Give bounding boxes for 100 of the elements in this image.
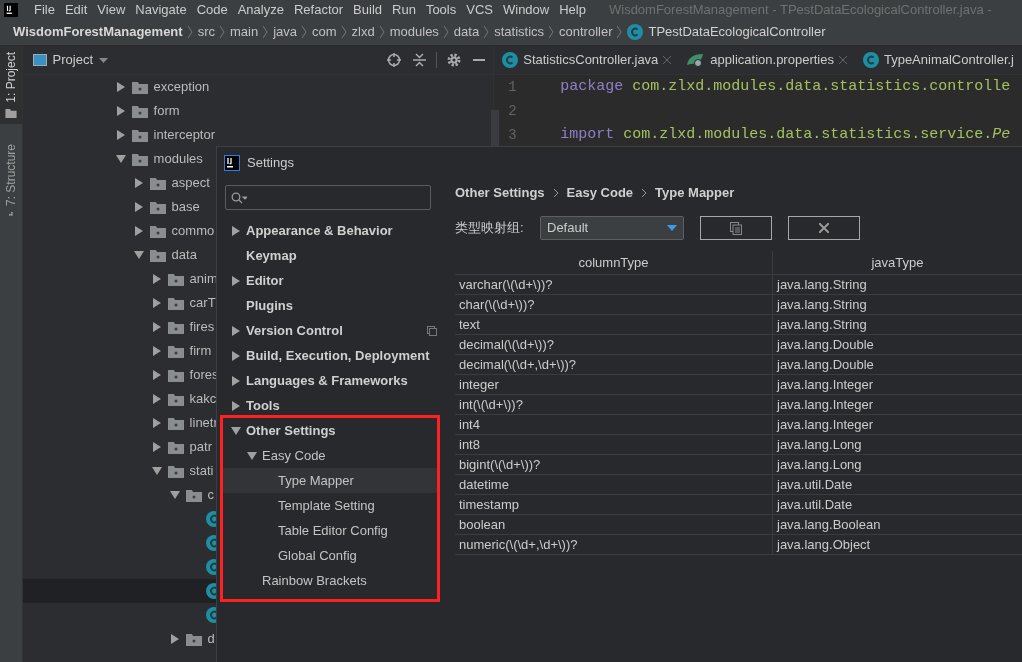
close-icon[interactable] — [838, 56, 847, 64]
tree-arrow-icon[interactable] — [133, 178, 144, 188]
panel-title[interactable]: Project — [52, 50, 94, 70]
tree-arrow-icon[interactable] — [115, 82, 126, 92]
tool-window-tab[interactable]: 1: Project — [0, 46, 22, 124]
menu-item[interactable]: Window — [502, 0, 550, 20]
tree-arrow-icon[interactable] — [151, 418, 162, 428]
editor-tab[interactable]: TypeAnimalController.j — [854, 46, 1022, 74]
menu-item[interactable]: Analyze — [237, 0, 284, 20]
expand-arrow-icon[interactable] — [231, 225, 241, 236]
editor-tab[interactable]: StatisticsController.java — [494, 46, 680, 74]
tree-arrow-icon[interactable] — [133, 250, 144, 260]
close-icon[interactable] — [663, 56, 672, 64]
expand-arrow-icon[interactable] — [231, 375, 241, 386]
tree-item[interactable]: commo — [171, 221, 215, 241]
tree-arrow-icon[interactable] — [151, 322, 162, 332]
tree-item[interactable]: base — [171, 197, 200, 217]
breadcrumb-item[interactable]: java — [273, 22, 298, 42]
table-cell[interactable]: java.lang.Boolean — [773, 515, 1022, 534]
settings-nav-item[interactable]: Editor — [223, 268, 437, 293]
tree-item[interactable]: exception — [153, 77, 210, 97]
table-cell[interactable]: text — [455, 315, 773, 334]
menu-item[interactable]: File — [34, 0, 55, 20]
caret-icon[interactable] — [99, 57, 109, 63]
editor-tab[interactable]: application.properties — [679, 46, 855, 74]
settings-nav-item[interactable]: Other Settings — [223, 418, 437, 443]
table-cell[interactable]: java.lang.String — [773, 275, 1022, 294]
table-cell[interactable]: java.lang.Integer — [773, 415, 1022, 434]
target-icon[interactable] — [387, 53, 402, 67]
breadcrumb-item[interactable]: com — [312, 22, 337, 42]
expand-arrow-icon[interactable] — [231, 350, 241, 361]
menu-item[interactable]: Run — [392, 0, 416, 20]
table-cell[interactable]: java.lang.String — [773, 315, 1022, 334]
settings-nav-item[interactable]: Plugins — [223, 293, 437, 318]
menu-item[interactable]: Refactor — [293, 0, 344, 20]
table-cell[interactable]: datetime — [455, 475, 773, 494]
table-cell[interactable]: numeric(\(\d+,\d+\))? — [455, 535, 773, 554]
breadcrumb-item[interactable]: WisdomForestManagement — [13, 22, 183, 42]
expand-arrow-icon[interactable] — [231, 275, 241, 286]
tool-window-tab[interactable]: 7: Structure — [0, 138, 22, 222]
expand-arrow-icon[interactable] — [231, 400, 241, 411]
menu-item[interactable]: Build — [353, 0, 382, 20]
table-cell[interactable]: integer — [455, 375, 773, 394]
table-cell[interactable]: java.lang.String — [773, 295, 1022, 314]
settings-icon[interactable] — [447, 53, 462, 67]
table-cell[interactable]: java.lang.Integer — [773, 395, 1022, 414]
table-cell[interactable]: decimal(\(\d+\))? — [455, 335, 773, 354]
tree-arrow-icon[interactable] — [151, 394, 162, 404]
breadcrumb-item[interactable]: modules — [389, 22, 439, 42]
delete-button[interactable] — [788, 216, 860, 240]
tree-arrow-icon[interactable] — [151, 346, 162, 356]
collapse-icon[interactable] — [413, 53, 427, 67]
tree-item[interactable]: c — [207, 485, 215, 505]
table-cell[interactable]: varchar(\(\d+\))? — [455, 275, 773, 294]
tree-item[interactable]: firm — [189, 341, 212, 361]
tree-item[interactable]: form — [153, 101, 180, 121]
tree-item[interactable]: modules — [153, 149, 203, 169]
tree-item[interactable]: interceptor — [153, 125, 216, 145]
settings-nav-item[interactable]: Version Control — [223, 318, 437, 343]
table-cell[interactable]: int8 — [455, 435, 773, 454]
tree-arrow-icon[interactable] — [115, 130, 126, 140]
table-cell[interactable]: java.lang.Long — [773, 455, 1022, 474]
breadcrumb-item[interactable]: src — [197, 22, 215, 42]
settings-nav-item[interactable]: Table Editor Config — [223, 518, 437, 543]
menu-item[interactable]: Help — [559, 0, 586, 20]
table-cell[interactable]: timestamp — [455, 495, 773, 514]
tree-item[interactable]: stati — [189, 461, 214, 481]
breadcrumb-item[interactable]: zlxd — [351, 22, 375, 42]
group-dropdown[interactable]: Default — [540, 216, 684, 240]
settings-nav-item[interactable]: Tools — [223, 393, 437, 418]
tree-item[interactable]: aspect — [171, 173, 210, 193]
tree-arrow-icon[interactable] — [133, 226, 144, 236]
search-field[interactable] — [225, 185, 431, 210]
tree-item[interactable]: kakc — [189, 389, 217, 409]
table-cell[interactable]: decimal(\(\d+,\d+\))? — [455, 355, 773, 374]
column-header[interactable]: columnType — [455, 251, 773, 274]
tree-arrow-icon[interactable] — [169, 490, 180, 500]
tree-arrow-icon[interactable] — [133, 202, 144, 212]
table-cell[interactable]: int4 — [455, 415, 773, 434]
table-cell[interactable]: char(\(\d+\))? — [455, 295, 773, 314]
table-cell[interactable]: bigint(\(\d+\))? — [455, 455, 773, 474]
breadcrumb-item[interactable]: statistics — [494, 22, 544, 42]
tree-arrow-icon[interactable] — [151, 466, 162, 476]
breadcrumb-item[interactable]: TPestDataEcologicalController — [648, 22, 826, 42]
table-cell[interactable]: boolean — [455, 515, 773, 534]
table-cell[interactable]: java.lang.Integer — [773, 375, 1022, 394]
settings-nav-item[interactable]: Languages & Frameworks — [223, 368, 437, 393]
table-cell[interactable]: java.lang.Long — [773, 435, 1022, 454]
menu-item[interactable]: Navigate — [135, 0, 187, 20]
expand-arrow-icon[interactable] — [231, 325, 241, 336]
expand-arrow-icon[interactable] — [231, 425, 241, 436]
tree-item[interactable]: fires — [189, 317, 215, 337]
menu-item[interactable]: View — [97, 0, 126, 20]
settings-nav-item[interactable]: Type Mapper — [223, 468, 437, 493]
copy-button[interactable] — [700, 216, 772, 240]
settings-nav-item[interactable]: Appearance & Behavior — [223, 218, 437, 243]
tree-item[interactable]: data — [171, 245, 197, 265]
table-cell[interactable]: java.lang.Double — [773, 335, 1022, 354]
column-header[interactable]: javaType — [773, 251, 1022, 274]
menu-item[interactable]: Code — [196, 0, 228, 20]
